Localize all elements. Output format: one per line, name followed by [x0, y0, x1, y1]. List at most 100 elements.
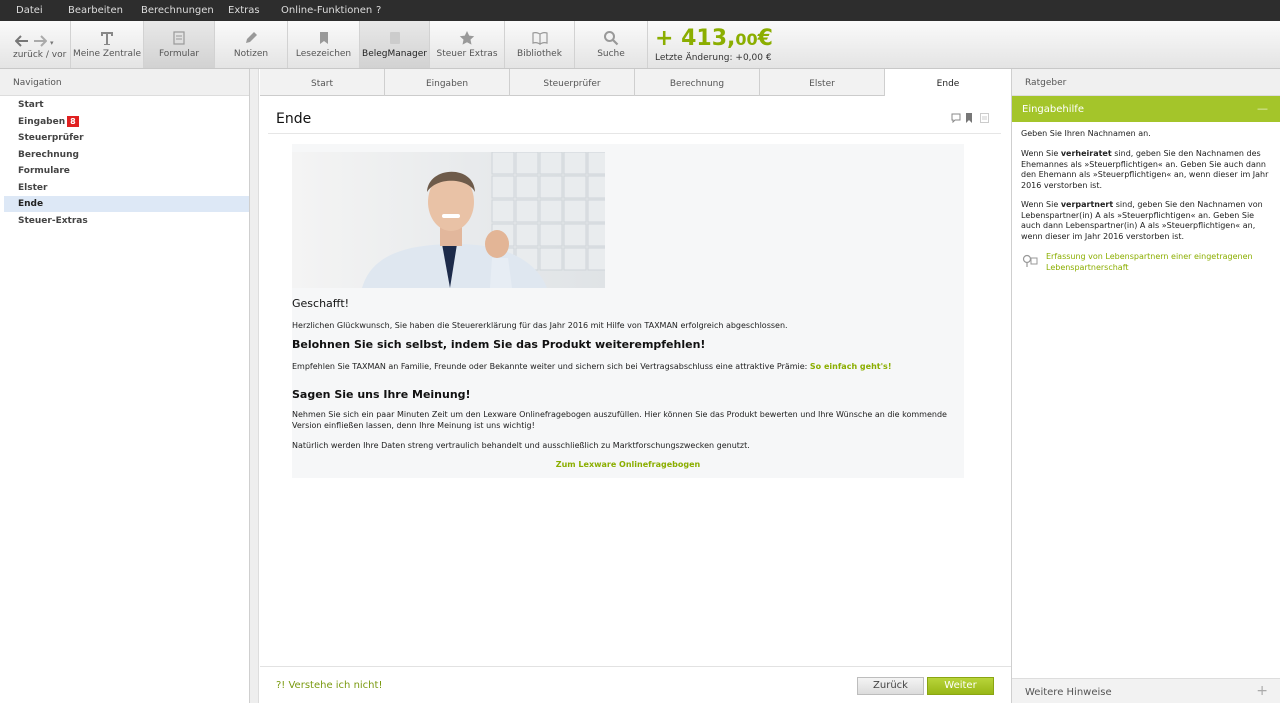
toolbar-belegmanager-label: BelegManager [362, 49, 427, 59]
navigation-header: Navigation [0, 69, 249, 96]
advisor-text-2: Wenn Sie verheiratet sind, geben Sie den… [1021, 149, 1275, 191]
nav-item-ende[interactable]: Ende [4, 196, 249, 212]
text-opinion: Nehmen Sie sich ein paar Minuten Zeit um… [292, 410, 947, 430]
toolbar-notizen[interactable]: Notizen [215, 21, 288, 68]
navigation-panel: Navigation Start Eingaben 8 Steuerprüfer … [0, 69, 250, 703]
tab-elster[interactable]: Elster [760, 69, 885, 96]
tab-eingaben[interactable]: Eingaben [385, 69, 510, 96]
nav-item-berechnung[interactable]: Berechnung [4, 147, 249, 163]
advisor-header: Ratgeber [1012, 69, 1280, 96]
search-icon [604, 31, 619, 46]
tab-ende[interactable]: Ende [885, 69, 1011, 97]
nav-item-eingaben-label: Eingaben [18, 117, 66, 127]
dropdown-icon[interactable]: ▾ [50, 39, 54, 47]
bookmark-icon[interactable] [965, 113, 973, 123]
refund-amount: + 413,00€ [655, 26, 773, 51]
document-icon[interactable] [980, 113, 989, 123]
further-hints-bar[interactable]: Weitere Hinweise + [1012, 678, 1280, 703]
tab-start[interactable]: Start [260, 69, 385, 96]
pencil-icon [246, 32, 257, 43]
tab-berechnung[interactable]: Berechnung [635, 69, 760, 96]
advisor-text-3-pre: Wenn Sie [1021, 200, 1061, 209]
toolbar-suche[interactable]: Suche [575, 21, 648, 68]
toolbar-steuer-extras-label: Steuer Extras [436, 49, 498, 59]
tab-steuerpruefer[interactable]: Steuerprüfer [510, 69, 635, 96]
advisor-text-1: Geben Sie Ihren Nachnamen an. [1021, 129, 1151, 138]
nav-back-forward-label: zurück / vor [13, 50, 67, 60]
receipt-icon [389, 32, 400, 44]
nav-item-eingaben[interactable]: Eingaben 8 [4, 113, 249, 129]
advisor-text-3: Wenn Sie verpartnert sind, geben Sie den… [1021, 200, 1275, 242]
bottom-bar: ?! Verstehe ich nicht! Zurück Weiter [260, 666, 1011, 703]
nav-item-steuerpruefer[interactable]: Steuerprüfer [4, 130, 249, 146]
toolbar-belegmanager[interactable]: BelegManager [360, 21, 430, 68]
advisor-text-2-pre: Wenn Sie [1021, 149, 1061, 158]
input-help-title: Eingabehilfe [1022, 104, 1084, 115]
nav-item-formulare[interactable]: Formulare [4, 163, 249, 179]
toolbar-notizen-label: Notizen [233, 49, 269, 59]
input-help-header[interactable]: Eingabehilfe — [1012, 96, 1280, 122]
advisor-text-3-bold: verpartnert [1060, 200, 1114, 209]
advisor-panel: Ratgeber Eingabehilfe — Geben Sie Ihren … [1011, 69, 1280, 703]
link-so-einfach[interactable]: So einfach geht's! [810, 362, 892, 371]
menu-datei[interactable]: Datei [16, 5, 43, 16]
form-icon [173, 31, 185, 45]
heading-opinion: Sagen Sie uns Ihre Meinung! [292, 388, 471, 401]
toolbar-lesezeichen-label: Lesezeichen [295, 49, 352, 59]
text-recommend: Empfehlen Sie TAXMAN an Familie, Freunde… [292, 361, 964, 372]
further-hints-label: Weitere Hinweise [1025, 687, 1112, 698]
info-pin-icon [1022, 254, 1038, 267]
heading-done: Geschafft! [292, 297, 350, 310]
menu-online-funktionen[interactable]: Online-Funktionen [281, 5, 372, 16]
lebenspartner-link[interactable]: Erfassung von Lebenspartnern einer einge… [1046, 252, 1271, 273]
tab-bar: Start Eingaben Steuerprüfer Berechnung E… [260, 69, 1011, 97]
toolbar-lesezeichen[interactable]: Lesezeichen [288, 21, 360, 68]
menu-help[interactable]: ? [376, 5, 381, 16]
heading-recommend: Belohnen Sie sich selbst, indem Sie das … [292, 338, 706, 351]
toolbar-bibliothek[interactable]: Bibliothek [505, 21, 575, 68]
last-change: Letzte Änderung: +0,00 € [655, 53, 772, 63]
next-button[interactable]: Weiter [927, 677, 994, 695]
eingaben-badge: 8 [67, 116, 79, 127]
refund-amount-cents: 00 [735, 30, 758, 49]
star-icon [459, 31, 475, 45]
text-done: Herzlichen Glückwunsch, Sie haben die St… [292, 321, 788, 330]
menu-bar: Datei Bearbeiten Berechnungen Extras Onl… [0, 0, 1280, 21]
forward-arrow-icon[interactable] [33, 35, 47, 47]
nav-item-elster[interactable]: Elster [4, 180, 249, 196]
refund-amount-currency: € [757, 26, 773, 51]
menu-bearbeiten[interactable]: Bearbeiten [68, 5, 123, 16]
toolbar: ▾ zurück / vor Meine Zentrale Formular N… [0, 21, 1280, 69]
menu-berechnungen[interactable]: Berechnungen [141, 5, 214, 16]
navigation-scrollbar[interactable] [250, 69, 259, 703]
advisor-text-2-bold: verheiratet [1060, 149, 1112, 158]
title-actions [951, 113, 993, 123]
menu-extras[interactable]: Extras [228, 5, 260, 16]
text-recommend-body: Empfehlen Sie TAXMAN an Familie, Freunde… [292, 362, 808, 371]
text-t-icon [101, 32, 113, 45]
main-content: Ende Geschafft! Herzlichen Glückwunsch, … [260, 96, 1011, 703]
not-understood-link[interactable]: ?! Verstehe ich nicht! [276, 680, 382, 691]
comment-icon[interactable] [951, 113, 961, 123]
title-divider [268, 133, 1001, 134]
toolbar-meine-zentrale-label: Meine Zentrale [72, 49, 142, 59]
toolbar-bibliothek-label: Bibliothek [517, 49, 562, 59]
toolbar-formular-label: Formular [158, 49, 200, 59]
celebration-photo [292, 152, 605, 288]
nav-item-steuer-extras[interactable]: Steuer-Extras [4, 213, 249, 229]
link-survey[interactable]: Zum Lexware Onlinefragebogen [292, 459, 964, 470]
expand-plus-icon[interactable]: + [1256, 683, 1268, 699]
text-privacy: Natürlich werden Ihre Daten streng vertr… [292, 441, 750, 450]
back-button[interactable]: Zurück [857, 677, 924, 695]
page-title: Ende [276, 111, 312, 127]
back-arrow-icon[interactable] [15, 35, 29, 47]
toolbar-meine-zentrale[interactable]: Meine Zentrale [71, 21, 144, 68]
nav-item-start[interactable]: Start [4, 97, 249, 113]
toolbar-suche-label: Suche [597, 49, 625, 59]
refund-amount-main: + 413, [655, 26, 736, 51]
toolbar-formular[interactable]: Formular [144, 21, 215, 68]
nav-back-forward[interactable]: ▾ zurück / vor [0, 21, 71, 68]
collapse-icon[interactable]: — [1257, 102, 1268, 115]
toolbar-steuer-extras[interactable]: Steuer Extras [430, 21, 505, 68]
bookmark-icon [319, 32, 328, 44]
